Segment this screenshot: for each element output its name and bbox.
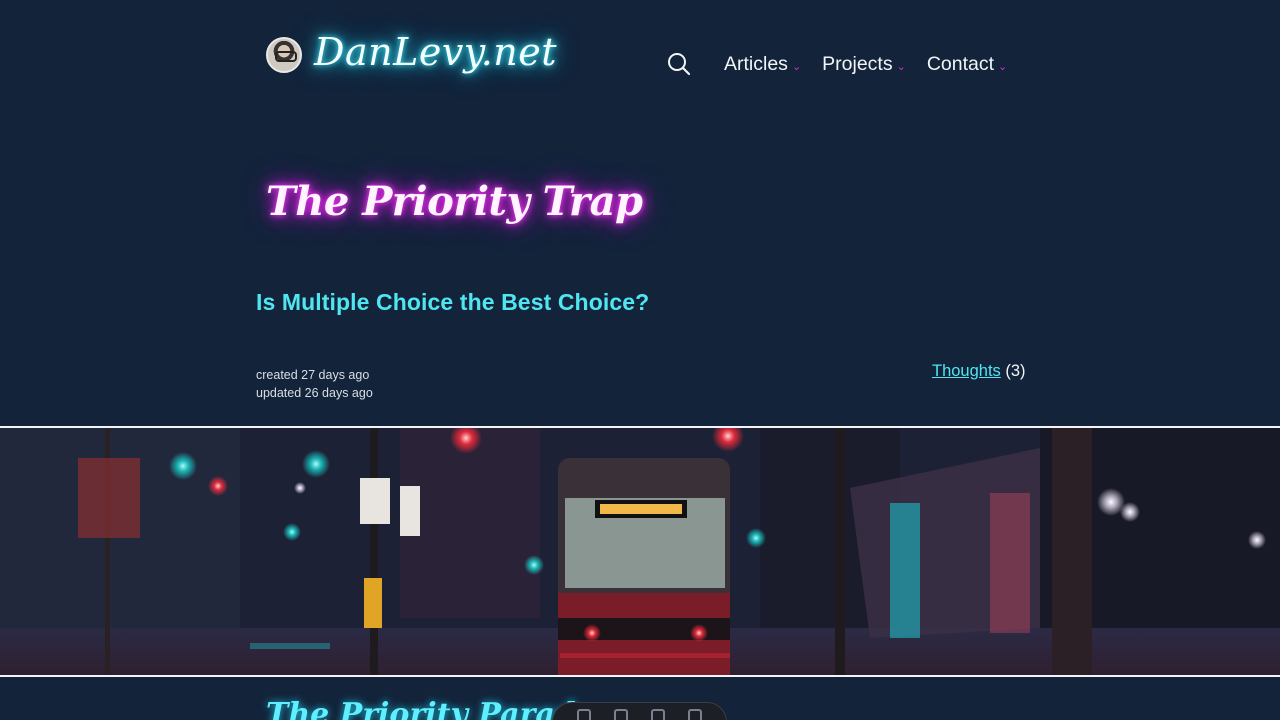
site-logo-text: DanLevy.net (314, 30, 558, 74)
post-meta: created 27 days ago updated 26 days ago (256, 366, 373, 402)
nav-articles[interactable]: Articles ⌄ (724, 53, 801, 76)
toolbar-icon-3[interactable] (651, 709, 666, 720)
nav-projects-label: Projects (822, 52, 893, 75)
nav-contact-label: Contact (926, 52, 995, 75)
nav-articles-label: Articles (724, 52, 788, 75)
search-button[interactable] (667, 52, 691, 76)
chevron-down-icon: ⌄ (896, 60, 906, 73)
toolbar-icon-2[interactable] (613, 709, 628, 720)
main-nav: Articles ⌄ Projects ⌄ Contact ⌄ (667, 51, 1007, 77)
post-subtitle: Is Multiple Choice the Best Choice? (256, 289, 650, 315)
hero-image (0, 426, 1280, 677)
toolbar-icon-1[interactable] (576, 709, 591, 720)
floating-toolbar (552, 702, 727, 720)
updated-date: updated 26 days ago (256, 386, 373, 400)
category-link[interactable]: Thoughts (932, 362, 1001, 380)
chevron-down-icon: ⌄ (791, 60, 802, 73)
site-header: DanLevy.net Articles ⌄ Projects ⌄ Contac… (256, 30, 1024, 100)
post-category: Thoughts (3) (932, 362, 1026, 381)
search-icon (668, 53, 691, 76)
post-title: The Priority Trap (266, 178, 643, 225)
settings-icon[interactable] (688, 709, 703, 720)
nav-contact[interactable]: Contact ⌄ (927, 53, 1007, 76)
created-date: created 27 days ago (256, 368, 370, 382)
brand-link[interactable]: DanLevy.net (256, 30, 557, 74)
page: DanLevy.net Articles ⌄ Projects ⌄ Contac… (0, 0, 1280, 720)
category-count: (3) (1005, 362, 1026, 380)
chevron-down-icon: ⌄ (998, 60, 1008, 73)
avatar (266, 36, 302, 73)
nav-projects[interactable]: Projects ⌄ (822, 53, 906, 76)
